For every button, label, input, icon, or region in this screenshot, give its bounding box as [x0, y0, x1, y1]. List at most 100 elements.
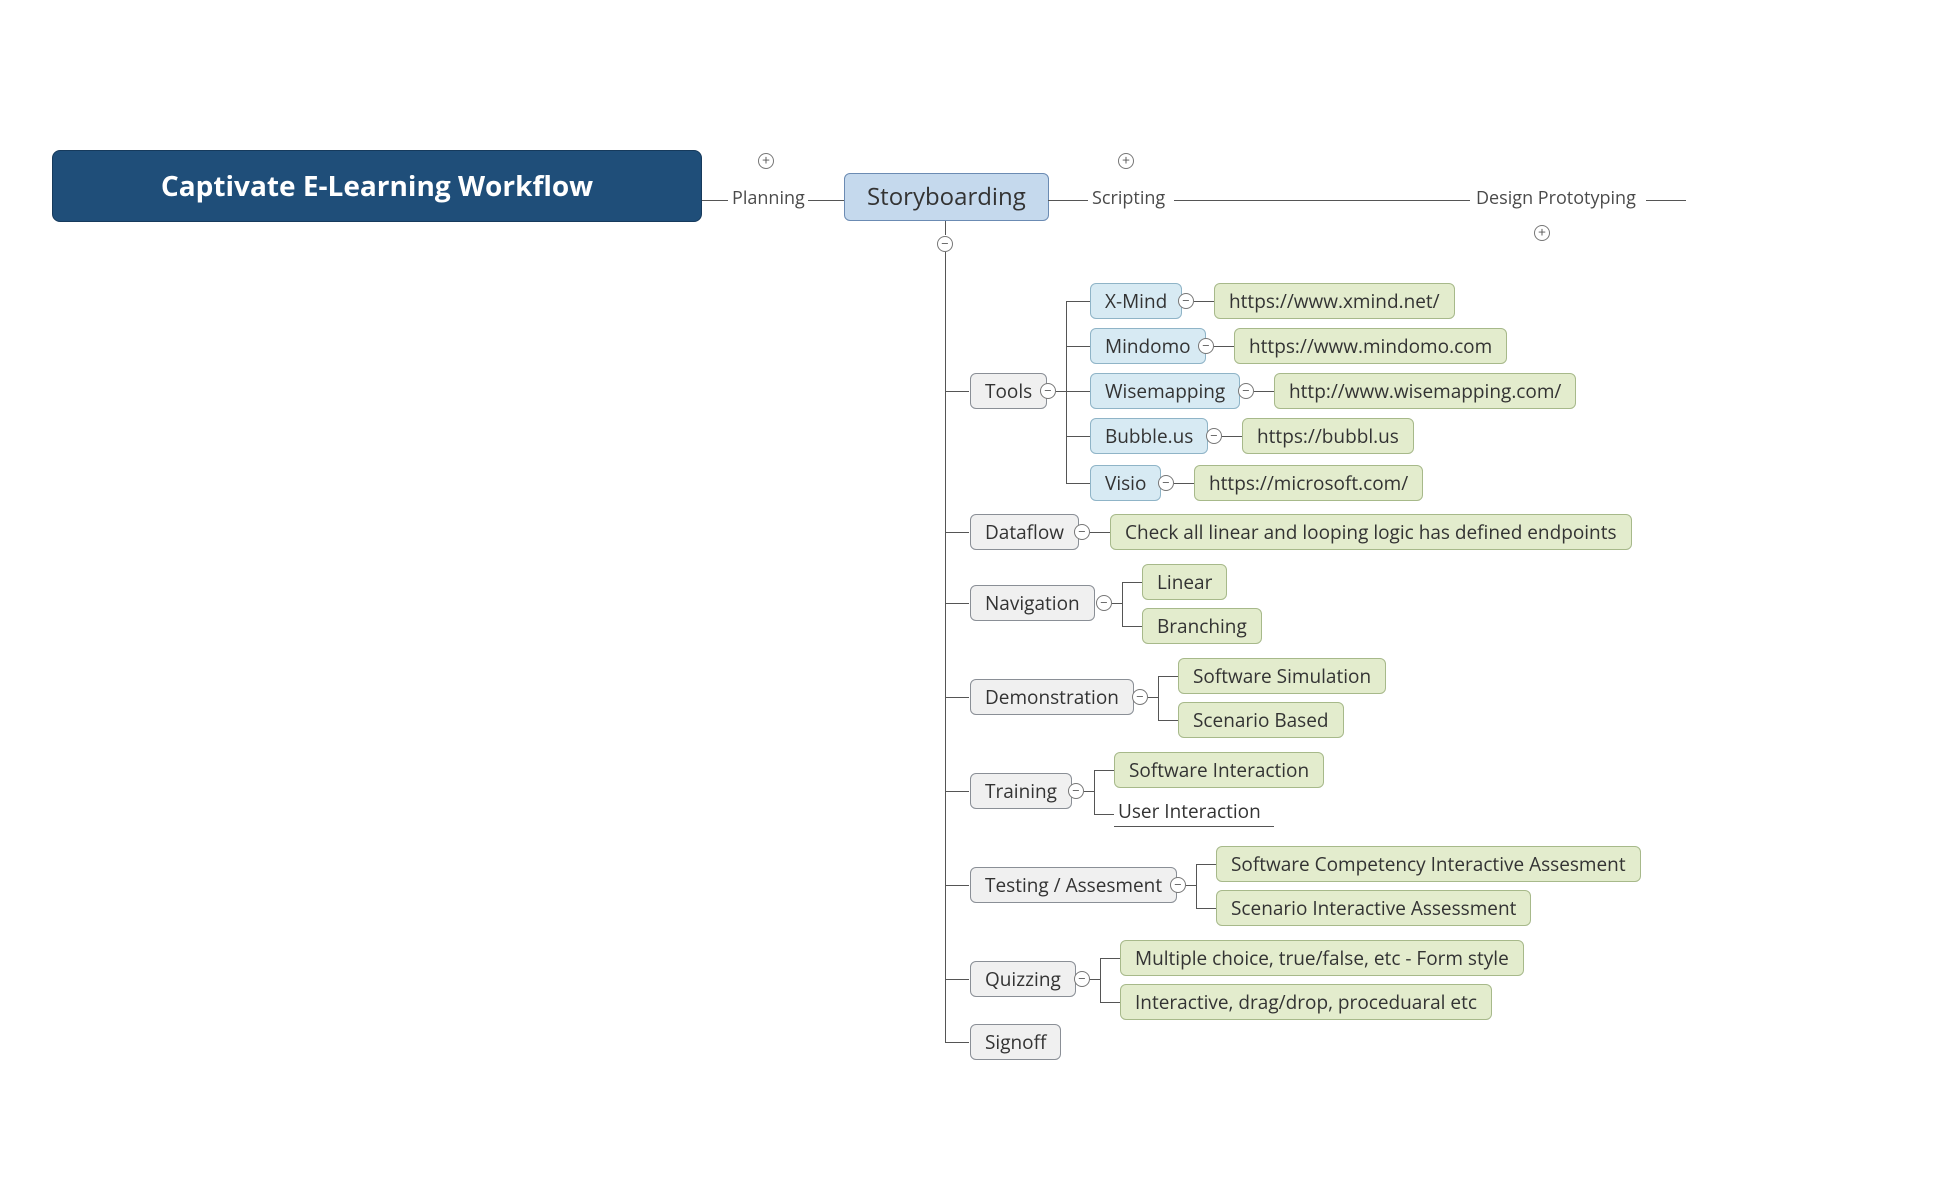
connector: [945, 791, 969, 792]
root-title: Captivate E-Learning Workflow: [161, 167, 593, 205]
nav-branching[interactable]: Branching: [1142, 608, 1262, 644]
dataflow-node[interactable]: Dataflow: [970, 514, 1079, 550]
connector: [1100, 958, 1101, 1002]
connector: [1100, 1002, 1120, 1003]
demonstration-node[interactable]: Demonstration: [970, 679, 1134, 715]
test-scenario[interactable]: Scenario Interactive Assessment: [1216, 890, 1531, 926]
tool-wise[interactable]: Wisemapping: [1090, 373, 1240, 409]
storyboarding-node[interactable]: Storyboarding: [844, 173, 1049, 221]
tool-wise-label: Wisemapping: [1105, 378, 1225, 404]
tool-mindomo[interactable]: Mindomo: [1090, 328, 1206, 364]
collapse-handle-xmind[interactable]: [1178, 293, 1194, 309]
connector: [1090, 532, 1110, 533]
quiz-interactive[interactable]: Interactive, drag/drop, proceduaral etc: [1120, 984, 1492, 1020]
collapse-handle-training[interactable]: [1068, 783, 1084, 799]
connector: [945, 979, 969, 980]
quiz-form[interactable]: Multiple choice, true/false, etc - Form …: [1120, 940, 1524, 976]
connector: [945, 885, 969, 886]
connector: [808, 200, 844, 201]
stage-scripting[interactable]: Scripting: [1092, 186, 1165, 210]
connector: [945, 221, 946, 235]
connector: [1158, 676, 1159, 720]
demo-simulation[interactable]: Software Simulation: [1178, 658, 1386, 694]
connector: [1094, 770, 1095, 814]
collapse-handle-wise[interactable]: [1238, 383, 1254, 399]
connector: [1196, 908, 1216, 909]
connector: [945, 391, 969, 392]
connector: [1214, 346, 1234, 347]
stage-planning[interactable]: Planning: [732, 186, 805, 210]
nav-linear[interactable]: Linear: [1142, 564, 1227, 600]
collapse-handle-bubble[interactable]: [1206, 428, 1222, 444]
demo-scenario[interactable]: Scenario Based: [1178, 702, 1344, 738]
collapse-handle-mindomo[interactable]: [1198, 338, 1214, 354]
testing-label: Testing / Assesment: [985, 872, 1162, 898]
tools-node[interactable]: Tools: [970, 373, 1047, 409]
collapse-handle-dataflow[interactable]: [1074, 524, 1090, 540]
collapse-handle-tools[interactable]: [1040, 383, 1056, 399]
tool-bubble-label: Bubble.us: [1105, 423, 1193, 449]
underline: [1114, 826, 1274, 827]
nav-branching-label: Branching: [1157, 613, 1247, 639]
train-software[interactable]: Software Interaction: [1114, 752, 1324, 788]
connector: [1048, 200, 1088, 201]
tool-bubble-url[interactable]: https://bubbl.us: [1242, 418, 1414, 454]
testing-node[interactable]: Testing / Assesment: [970, 867, 1177, 903]
connector: [1066, 301, 1067, 483]
stage-design[interactable]: Design Prototyping: [1476, 186, 1636, 210]
connector: [1158, 676, 1178, 677]
signoff-node[interactable]: Signoff: [970, 1024, 1061, 1060]
connector: [1194, 301, 1214, 302]
quizzing-node[interactable]: Quizzing: [970, 961, 1076, 997]
test-competency-label: Software Competency Interactive Assesmen…: [1231, 851, 1626, 877]
signoff-label: Signoff: [985, 1029, 1046, 1055]
connector: [1122, 582, 1123, 626]
connector: [945, 252, 946, 1042]
expand-handle-scripting[interactable]: [1118, 153, 1134, 169]
connector: [1066, 483, 1090, 484]
connector: [1094, 814, 1114, 815]
tool-xmind-label: X-Mind: [1105, 288, 1167, 314]
navigation-node[interactable]: Navigation: [970, 585, 1095, 621]
connector: [1148, 697, 1158, 698]
tool-visio-url[interactable]: https://microsoft.com/: [1194, 465, 1423, 501]
connector: [1254, 391, 1274, 392]
collapse-handle-visio[interactable]: [1158, 475, 1174, 491]
tool-xmind-url[interactable]: https://www.xmind.net/: [1214, 283, 1455, 319]
tool-visio[interactable]: Visio: [1090, 465, 1161, 501]
dataflow-note[interactable]: Check all linear and looping logic has d…: [1110, 514, 1632, 550]
training-node[interactable]: Training: [970, 773, 1072, 809]
connector: [1196, 864, 1197, 908]
storyboarding-label: Storyboarding: [867, 180, 1026, 213]
connector: [1122, 626, 1142, 627]
expand-handle-planning[interactable]: [758, 153, 774, 169]
collapse-handle-testing[interactable]: [1170, 877, 1186, 893]
collapse-handle-storyboarding[interactable]: [937, 236, 953, 252]
expand-handle-design[interactable]: [1534, 225, 1550, 241]
demo-scenario-label: Scenario Based: [1193, 707, 1329, 733]
connector: [1174, 483, 1194, 484]
collapse-handle-quizzing[interactable]: [1074, 971, 1090, 987]
tools-label: Tools: [985, 378, 1032, 404]
tool-xmind[interactable]: X-Mind: [1090, 283, 1182, 319]
tool-wise-url[interactable]: http://www.wisemapping.com/: [1274, 373, 1576, 409]
tool-mindomo-url[interactable]: https://www.mindomo.com: [1234, 328, 1507, 364]
test-competency[interactable]: Software Competency Interactive Assesmen…: [1216, 846, 1641, 882]
dataflow-label: Dataflow: [985, 519, 1064, 545]
connector: [1066, 391, 1090, 392]
test-scenario-label: Scenario Interactive Assessment: [1231, 895, 1516, 921]
connector: [1066, 301, 1090, 302]
demonstration-label: Demonstration: [985, 684, 1119, 710]
tool-bubble[interactable]: Bubble.us: [1090, 418, 1208, 454]
train-software-label: Software Interaction: [1129, 757, 1309, 783]
connector: [1100, 958, 1120, 959]
connector: [1196, 864, 1216, 865]
quiz-form-label: Multiple choice, true/false, etc - Form …: [1135, 945, 1509, 971]
connector: [945, 1042, 969, 1043]
collapse-handle-demonstration[interactable]: [1132, 689, 1148, 705]
collapse-handle-navigation[interactable]: [1096, 595, 1112, 611]
connector: [1158, 720, 1178, 721]
training-label: Training: [985, 778, 1057, 804]
train-user[interactable]: User Interaction: [1118, 798, 1261, 824]
root-node[interactable]: Captivate E-Learning Workflow: [52, 150, 702, 222]
